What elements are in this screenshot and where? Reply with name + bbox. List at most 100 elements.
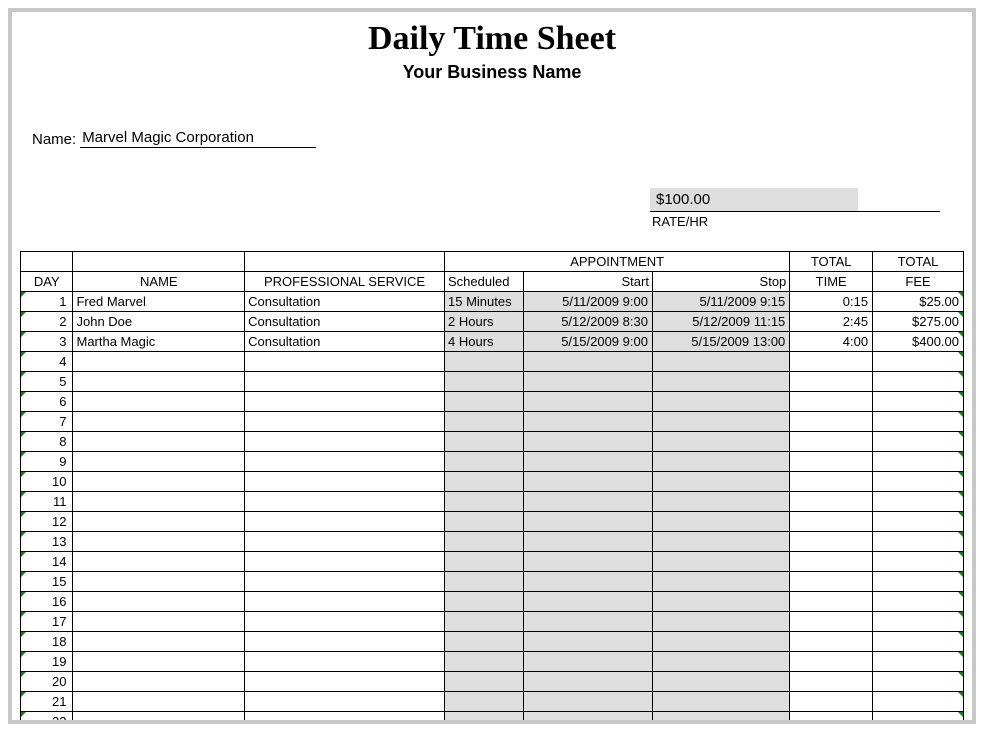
cell-scheduled[interactable]: [445, 652, 524, 672]
cell-stop[interactable]: [652, 692, 789, 712]
name-input[interactable]: Marvel Magic Corporation: [80, 129, 316, 148]
cell-day[interactable]: 18: [21, 632, 73, 652]
cell-start[interactable]: [523, 532, 652, 552]
cell-fee[interactable]: [873, 472, 964, 492]
cell-stop[interactable]: [652, 472, 789, 492]
cell-time[interactable]: [790, 492, 873, 512]
cell-stop[interactable]: [652, 452, 789, 472]
cell-day[interactable]: 6: [21, 392, 73, 412]
cell-time[interactable]: [790, 592, 873, 612]
cell-scheduled[interactable]: [445, 392, 524, 412]
cell-scheduled[interactable]: [445, 372, 524, 392]
cell-day[interactable]: 20: [21, 672, 73, 692]
cell-scheduled[interactable]: [445, 512, 524, 532]
cell-fee[interactable]: [873, 392, 964, 412]
cell-fee[interactable]: [873, 432, 964, 452]
cell-name[interactable]: Martha Magic: [73, 332, 245, 352]
cell-scheduled[interactable]: [445, 352, 524, 372]
cell-time[interactable]: [790, 612, 873, 632]
cell-start[interactable]: [523, 472, 652, 492]
cell-service[interactable]: Consultation: [245, 312, 445, 332]
cell-start[interactable]: [523, 412, 652, 432]
cell-service[interactable]: [245, 372, 445, 392]
cell-stop[interactable]: [652, 652, 789, 672]
cell-time[interactable]: [790, 532, 873, 552]
cell-start[interactable]: [523, 692, 652, 712]
cell-day[interactable]: 7: [21, 412, 73, 432]
cell-time[interactable]: [790, 432, 873, 452]
cell-service[interactable]: [245, 472, 445, 492]
cell-stop[interactable]: [652, 632, 789, 652]
cell-fee[interactable]: [873, 572, 964, 592]
cell-fee[interactable]: [873, 612, 964, 632]
cell-stop[interactable]: 5/15/2009 13:00: [652, 332, 789, 352]
cell-time[interactable]: 0:15: [790, 292, 873, 312]
cell-name[interactable]: [73, 432, 245, 452]
cell-time[interactable]: [790, 552, 873, 572]
cell-start[interactable]: 5/12/2009 8:30: [523, 312, 652, 332]
cell-stop[interactable]: [652, 392, 789, 412]
cell-name[interactable]: [73, 632, 245, 652]
cell-service[interactable]: [245, 632, 445, 652]
cell-fee[interactable]: [873, 692, 964, 712]
cell-start[interactable]: [523, 652, 652, 672]
cell-time[interactable]: [790, 372, 873, 392]
cell-scheduled[interactable]: [445, 532, 524, 552]
cell-time[interactable]: 4:00: [790, 332, 873, 352]
cell-service[interactable]: Consultation: [245, 292, 445, 312]
cell-fee[interactable]: [873, 672, 964, 692]
cell-service[interactable]: [245, 692, 445, 712]
cell-service[interactable]: [245, 652, 445, 672]
cell-start[interactable]: [523, 672, 652, 692]
cell-stop[interactable]: [652, 592, 789, 612]
cell-fee[interactable]: [873, 632, 964, 652]
cell-day[interactable]: 12: [21, 512, 73, 532]
cell-time[interactable]: [790, 412, 873, 432]
cell-fee[interactable]: [873, 592, 964, 612]
cell-time[interactable]: [790, 352, 873, 372]
cell-name[interactable]: [73, 672, 245, 692]
cell-name[interactable]: [73, 692, 245, 712]
cell-name[interactable]: [73, 712, 245, 725]
cell-start[interactable]: [523, 572, 652, 592]
cell-scheduled[interactable]: [445, 612, 524, 632]
cell-time[interactable]: [790, 572, 873, 592]
cell-name[interactable]: [73, 412, 245, 432]
cell-fee[interactable]: [873, 492, 964, 512]
cell-scheduled[interactable]: 15 Minutes: [445, 292, 524, 312]
cell-stop[interactable]: [652, 572, 789, 592]
cell-name[interactable]: [73, 652, 245, 672]
cell-scheduled[interactable]: [445, 632, 524, 652]
cell-service[interactable]: [245, 392, 445, 412]
cell-scheduled[interactable]: [445, 712, 524, 725]
cell-day[interactable]: 8: [21, 432, 73, 452]
cell-scheduled[interactable]: [445, 412, 524, 432]
cell-name[interactable]: Fred Marvel: [73, 292, 245, 312]
cell-day[interactable]: 10: [21, 472, 73, 492]
cell-name[interactable]: [73, 572, 245, 592]
cell-fee[interactable]: [873, 412, 964, 432]
cell-start[interactable]: [523, 712, 652, 725]
cell-time[interactable]: [790, 692, 873, 712]
cell-scheduled[interactable]: [445, 452, 524, 472]
cell-day[interactable]: 17: [21, 612, 73, 632]
cell-fee[interactable]: [873, 552, 964, 572]
cell-stop[interactable]: [652, 552, 789, 572]
cell-name[interactable]: [73, 592, 245, 612]
cell-name[interactable]: [73, 552, 245, 572]
cell-name[interactable]: [73, 372, 245, 392]
cell-stop[interactable]: 5/11/2009 9:15: [652, 292, 789, 312]
cell-start[interactable]: [523, 632, 652, 652]
cell-scheduled[interactable]: [445, 432, 524, 452]
cell-time[interactable]: [790, 452, 873, 472]
cell-service[interactable]: [245, 552, 445, 572]
cell-fee[interactable]: $275.00: [873, 312, 964, 332]
cell-day[interactable]: 16: [21, 592, 73, 612]
cell-stop[interactable]: [652, 672, 789, 692]
cell-start[interactable]: [523, 592, 652, 612]
cell-service[interactable]: [245, 412, 445, 432]
cell-name[interactable]: John Doe: [73, 312, 245, 332]
cell-stop[interactable]: [652, 492, 789, 512]
cell-stop[interactable]: [652, 532, 789, 552]
cell-time[interactable]: 2:45: [790, 312, 873, 332]
